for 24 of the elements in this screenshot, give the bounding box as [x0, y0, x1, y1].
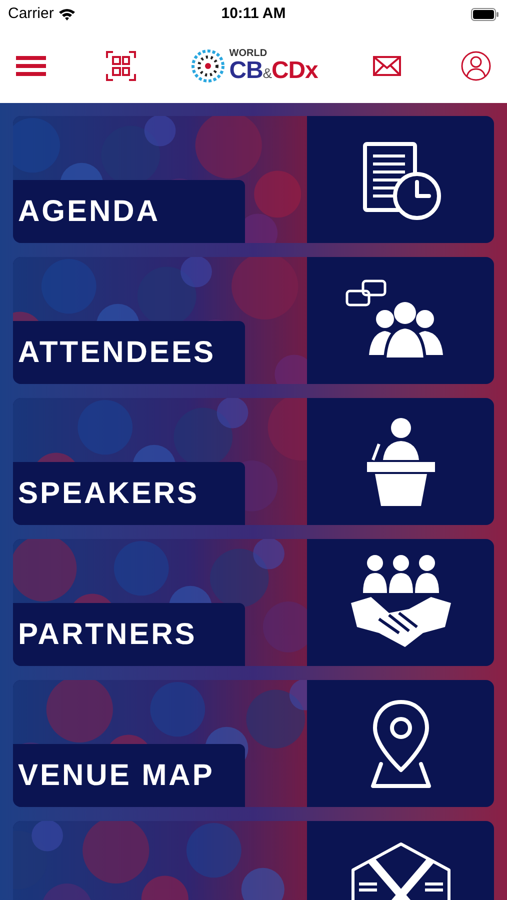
menu-tile[interactable]: VENUE MAP	[13, 680, 494, 807]
map-pin-icon	[368, 698, 432, 790]
logo-subtitle: WORLD	[229, 48, 268, 58]
menu-tile[interactable]: AGENDA	[13, 116, 494, 243]
menu-tile[interactable]: PARTNERS	[13, 539, 494, 666]
molecule-globe-icon	[191, 48, 226, 82]
tile-label: VENUE MAP	[13, 744, 245, 807]
tile-label: PARTNERS	[13, 603, 245, 666]
menu-tile[interactable]: SPEAKERS	[13, 398, 494, 525]
logo-ampersand: &	[262, 66, 272, 80]
tile-label: AGENDA	[13, 180, 245, 243]
logo-brand-right: CDx	[272, 58, 318, 82]
mail-icon	[373, 56, 402, 76]
logo-brand-left: CB	[229, 58, 263, 82]
carrier-name: Carrier	[8, 4, 54, 24]
menu-icon	[16, 54, 46, 76]
wifi-icon	[58, 8, 76, 20]
user-icon	[461, 50, 491, 80]
tile-label: ATTENDEES	[13, 321, 245, 384]
battery-icon	[470, 8, 499, 20]
tile-label: SPEAKERS	[13, 462, 245, 525]
clock-time: 10:11 AM	[221, 4, 286, 24]
qr-code-icon	[106, 50, 136, 80]
menu-tile[interactable]: ATTENDEES	[13, 257, 494, 384]
